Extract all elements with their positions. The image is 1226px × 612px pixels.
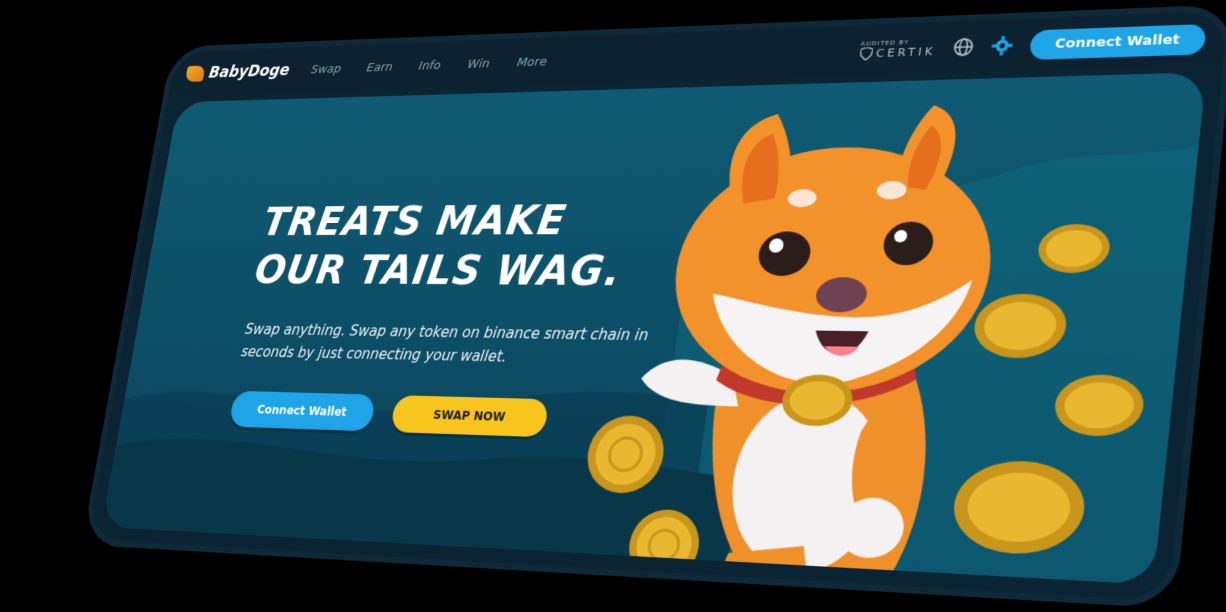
nav-link-more[interactable]: More <box>516 54 548 69</box>
connect-wallet-button[interactable]: Connect Wallet <box>228 390 377 432</box>
nav-links: Swap Earn Info Win More <box>310 54 548 76</box>
swap-now-button[interactable]: SWAP NOW <box>390 395 550 438</box>
certik-shield-icon <box>859 47 873 60</box>
stage: BabyDoge Swap Earn Info Win More AUDITED… <box>0 0 1226 612</box>
globe-icon[interactable] <box>952 37 976 58</box>
hero-section: TREATS MAKE OUR TAILS WAG. Swap anything… <box>101 72 1207 585</box>
coin-icon <box>1035 223 1113 274</box>
headline-line-1: TREATS MAKE <box>259 196 570 245</box>
nav-link-earn[interactable]: Earn <box>366 60 394 75</box>
certik-badge[interactable]: AUDITED BY CERTIK <box>859 38 938 61</box>
connect-wallet-nav-button[interactable]: Connect Wallet <box>1028 23 1207 60</box>
coin-icon <box>624 508 704 583</box>
certik-label-row: CERTIK <box>859 44 937 61</box>
coin-icon <box>948 458 1090 557</box>
nav-link-swap[interactable]: Swap <box>310 62 342 77</box>
gear-icon[interactable] <box>990 35 1014 56</box>
nav-link-win[interactable]: Win <box>466 57 490 72</box>
babydoge-logo-icon <box>184 65 206 82</box>
headline-line-2: OUR TAILS WAG. <box>251 246 625 296</box>
brand-name: BabyDoge <box>207 61 291 83</box>
coin-icon <box>1051 373 1147 438</box>
coin-icon <box>970 293 1070 359</box>
brand-logo[interactable]: BabyDoge <box>184 61 291 83</box>
nav-link-info[interactable]: Info <box>418 58 442 73</box>
browser-screen: BabyDoge Swap Earn Info Win More AUDITED… <box>87 10 1226 602</box>
nav-right: AUDITED BY CERTIK Connect Wallet <box>858 23 1207 65</box>
coin-icon <box>582 414 669 495</box>
coin-icon <box>779 373 856 427</box>
certik-name: CERTIK <box>875 44 937 60</box>
